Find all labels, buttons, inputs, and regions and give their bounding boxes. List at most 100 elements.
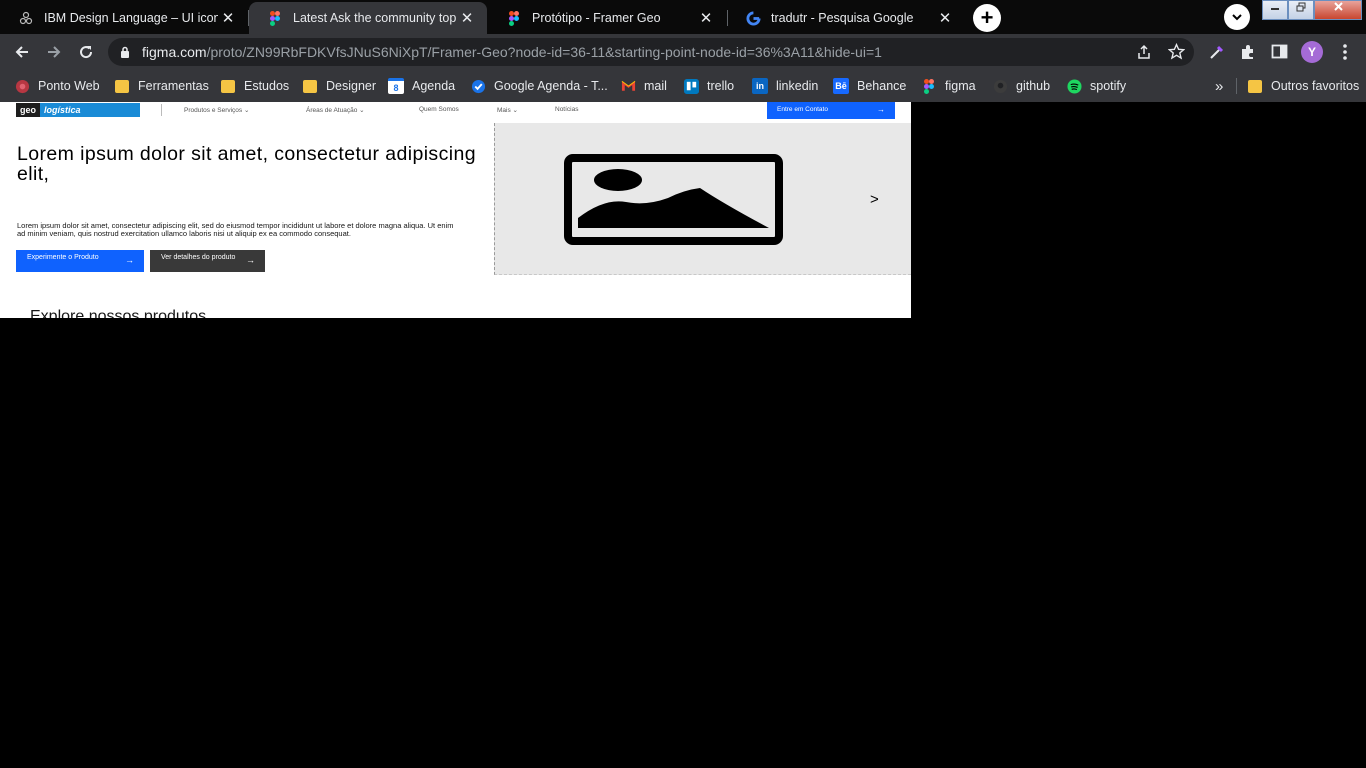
more-menu-icon[interactable] xyxy=(1338,44,1352,60)
nav-label: Quem Somos xyxy=(419,106,459,113)
nav-label: Notícias xyxy=(555,106,579,113)
reload-button[interactable] xyxy=(75,41,97,63)
minimize-icon xyxy=(1271,8,1279,10)
side-panel-icon[interactable] xyxy=(1271,43,1288,60)
bookmark-ponto-web[interactable]: Ponto Web xyxy=(14,76,100,96)
bookmark-label: Estudos xyxy=(244,79,290,93)
try-product-button[interactable]: Experimente o Produto → xyxy=(16,250,144,272)
close-icon xyxy=(1333,2,1343,11)
bookmark-google-agenda[interactable]: Google Agenda - T... xyxy=(470,76,608,96)
bookmarks-overflow-button[interactable]: » xyxy=(1215,76,1223,96)
url-path: /proto/ZN99RbFDKVfsJNuS6NiXpT/Framer-Geo… xyxy=(206,44,882,60)
product-details-button[interactable]: Ver detalhes do produto → xyxy=(150,250,265,272)
bookmark-folder-ferramentas[interactable]: Ferramentas xyxy=(114,76,209,96)
restore-window-button[interactable] xyxy=(1288,0,1314,20)
chevron-down-icon: ⌄ xyxy=(512,107,518,114)
google-tasks-icon xyxy=(470,78,486,94)
header-divider xyxy=(161,104,162,116)
url-text: figma.com/proto/ZN99RbFDKVfsJNuS6NiXpT/F… xyxy=(142,44,882,60)
back-button[interactable] xyxy=(11,41,33,63)
close-window-button[interactable] xyxy=(1314,0,1362,20)
extensions-puzzle-icon[interactable] xyxy=(1239,43,1257,61)
nav-noticias[interactable]: Notícias xyxy=(555,106,578,113)
url-host: figma.com xyxy=(142,44,207,60)
folder-icon xyxy=(220,78,236,94)
address-bar[interactable]: figma.com/proto/ZN99RbFDKVfsJNuS6NiXpT/F… xyxy=(108,38,1194,66)
nav-areas-atuacao[interactable]: Áreas de Atuação ⌄ xyxy=(306,106,365,114)
eyedropper-extension-icon[interactable] xyxy=(1208,43,1226,61)
product-details-label: Ver detalhes do produto xyxy=(161,254,236,261)
nav-quem-somos[interactable]: Quem Somos xyxy=(419,106,459,113)
bookmark-folder-outros-favoritos[interactable]: Outros favoritos xyxy=(1247,76,1359,96)
google-calendar-icon: 8 xyxy=(388,78,404,94)
github-icon xyxy=(992,78,1008,94)
tab-strip: IBM Design Language – UI icons ✕ Latest … xyxy=(0,0,1366,34)
arrow-right-icon: → xyxy=(125,255,134,265)
restore-icon xyxy=(1296,2,1306,12)
bookmark-label: figma xyxy=(945,79,976,93)
bookmark-label: Google Agenda - T... xyxy=(494,79,608,93)
bookmark-github[interactable]: github xyxy=(992,76,1050,96)
browser-toolbar: figma.com/proto/ZN99RbFDKVfsJNuS6NiXpT/F… xyxy=(0,34,1366,70)
nav-mais[interactable]: Mais ⌄ xyxy=(497,106,518,114)
close-tab-icon[interactable]: ✕ xyxy=(696,9,716,27)
bookmark-label: linkedin xyxy=(776,79,819,93)
spotify-icon xyxy=(1066,78,1082,94)
share-icon[interactable] xyxy=(1136,44,1152,60)
bookmark-trello[interactable]: trello xyxy=(683,76,734,96)
bookmark-folder-designer[interactable]: Designer xyxy=(302,76,376,96)
new-tab-button[interactable]: + xyxy=(973,4,1001,32)
nav-produtos-servicos[interactable]: Produtos e Serviços ⌄ xyxy=(184,106,249,114)
tab-figma-community[interactable]: Latest Ask the community topics ✕ xyxy=(249,2,487,34)
bookmark-agenda[interactable]: 8 Agenda xyxy=(388,76,455,96)
gmail-icon xyxy=(620,78,636,94)
bookmark-label: mail xyxy=(644,79,667,93)
site-logo[interactable]: geo logística xyxy=(16,103,140,117)
tab-framer-geo[interactable]: Protótipo - Framer Geo ✕ xyxy=(488,2,726,34)
hero-body-text: Lorem ipsum dolor sit amet, consectetur … xyxy=(17,221,454,238)
forward-button[interactable] xyxy=(43,41,65,63)
bookmark-spotify[interactable]: spotify xyxy=(1066,76,1126,96)
forward-arrow-icon xyxy=(48,46,61,58)
try-product-label: Experimente o Produto xyxy=(27,254,99,261)
tab-title: Latest Ask the community topics xyxy=(293,11,457,25)
lock-icon xyxy=(121,46,129,58)
logo-part-logistica: logística xyxy=(40,103,140,117)
nav-label: Áreas de Atuação xyxy=(306,107,358,114)
logo-part-geo: geo xyxy=(16,103,41,117)
section-title: Explore nossos produtos xyxy=(30,308,207,318)
contact-button-label: Entre em Contato xyxy=(777,106,828,113)
figma-icon xyxy=(506,10,522,26)
tab-google-search[interactable]: tradutr - Pesquisa Google ✕ xyxy=(727,2,965,34)
bookmark-folder-estudos[interactable]: Estudos xyxy=(220,76,289,96)
close-tab-icon[interactable]: ✕ xyxy=(935,9,955,27)
chevron-down-icon: ⌄ xyxy=(359,107,365,114)
nav-label: Produtos e Serviços xyxy=(184,107,243,114)
carousel-next-button[interactable]: > xyxy=(870,191,879,208)
bookmarks-separator xyxy=(1236,78,1237,94)
browser-chrome: IBM Design Language – UI icons ✕ Latest … xyxy=(0,0,1366,102)
minimize-window-button[interactable] xyxy=(1262,0,1288,20)
ponto-web-icon xyxy=(14,78,30,94)
tab-search-button[interactable] xyxy=(1224,4,1250,30)
hero-image-carousel: > xyxy=(494,123,911,275)
bookmark-figma[interactable]: figma xyxy=(921,76,976,96)
bookmark-star-icon[interactable] xyxy=(1168,43,1185,60)
bookmark-mail[interactable]: mail xyxy=(620,76,667,96)
folder-icon xyxy=(1247,78,1263,94)
close-tab-icon[interactable]: ✕ xyxy=(457,9,477,27)
bookmark-behance[interactable]: Bē Behance xyxy=(833,76,906,96)
bookmark-linkedin[interactable]: in linkedin xyxy=(752,76,818,96)
behance-icon: Bē xyxy=(833,78,849,94)
bookmark-label: Ferramentas xyxy=(138,79,209,93)
figma-icon xyxy=(921,78,937,94)
tab-title: tradutr - Pesquisa Google xyxy=(771,11,914,25)
close-tab-icon[interactable]: ✕ xyxy=(218,9,238,27)
contact-button[interactable]: Entre em Contato → xyxy=(767,102,895,119)
bookmark-label: Designer xyxy=(326,79,377,93)
google-icon xyxy=(745,10,761,26)
profile-avatar[interactable]: Y xyxy=(1301,41,1323,63)
tab-ibm-design[interactable]: IBM Design Language – UI icons ✕ xyxy=(0,2,248,34)
page-viewport: geo logística Produtos e Serviços ⌄ Área… xyxy=(0,102,1366,768)
bookmark-label: github xyxy=(1016,79,1051,93)
